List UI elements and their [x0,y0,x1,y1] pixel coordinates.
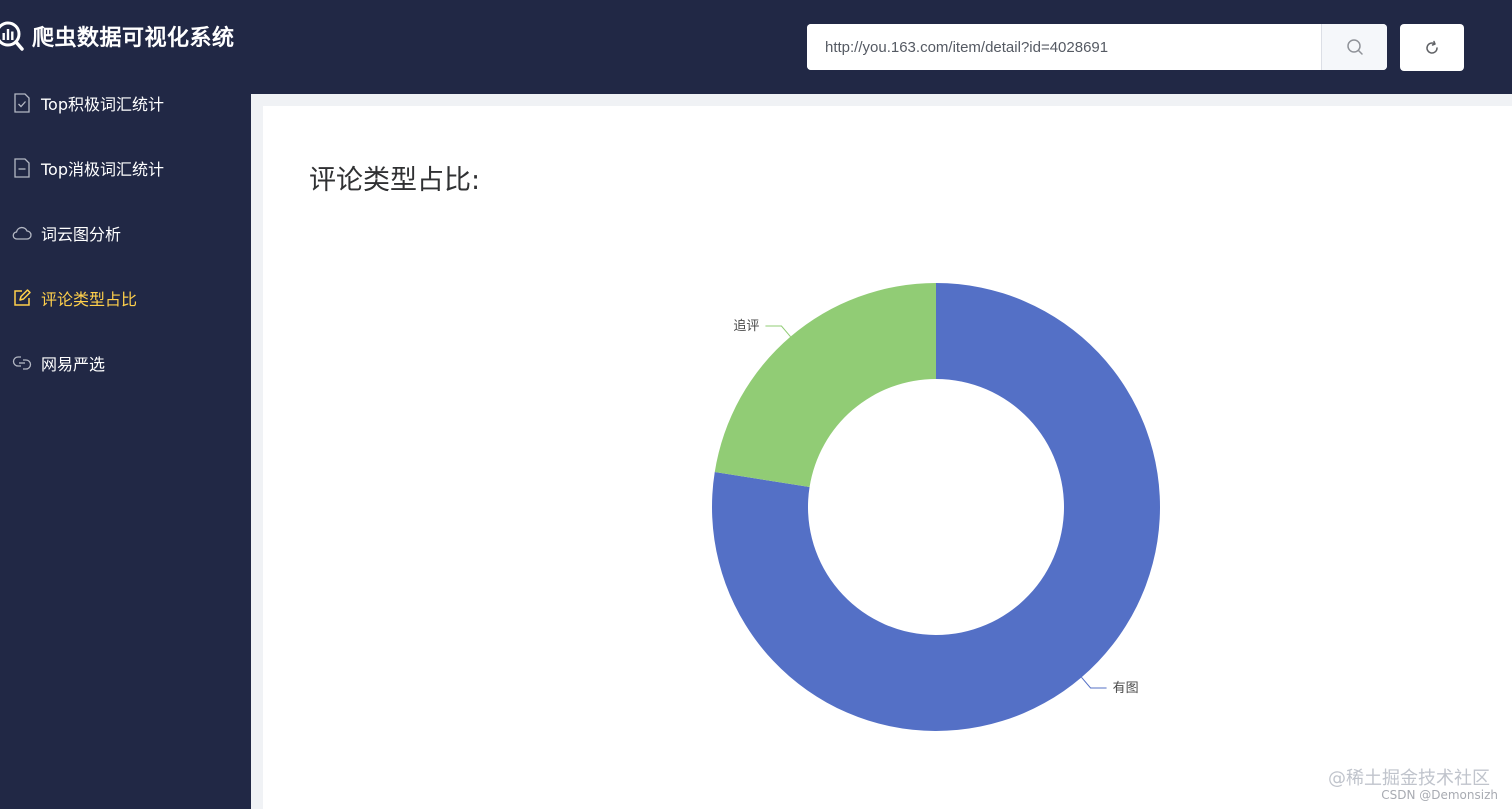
cloud-icon [12,223,32,243]
app-root: 爬虫数据可视化系统 http://you.163.com/item/detail… [0,0,1512,809]
sidebar-item-label: Top消极词汇统计 [41,160,165,179]
label-leader-line [1081,677,1107,689]
sidebar-item-wordcloud[interactable]: 词云图分析 [0,208,250,258]
sidebar-item-top-positive[interactable]: Top积极词汇统计 [0,78,250,128]
refresh-button[interactable] [1400,24,1464,71]
analytics-icon [0,21,24,51]
watermark: @稀土掘金技术社区 [1328,768,1490,789]
donut-slice-1[interactable] [714,283,936,487]
chart-card: 评论类型占比: 有图 追评 [263,106,1512,809]
sidebar-item-label: Top积极词汇统计 [41,95,165,114]
sidebar-menu: Top积极词汇统计 Top消极词汇统计 词云图分析 评论类型占比 网易严选 [0,70,250,809]
url-search-bar [807,24,1387,70]
label-leader-line [765,325,791,337]
sidebar-item-comment-type[interactable]: 评论类型占比 [0,273,250,323]
main-content: 评论类型占比: 有图 追评 [251,94,1512,809]
watermark-credit: CSDN @Demonsizh [1381,788,1498,802]
app-title: 爬虫数据可视化系统 [32,26,235,51]
sidebar-item-top-negative[interactable]: Top消极词汇统计 [0,143,250,193]
link-icon [12,353,32,373]
sidebar-item-label: 评论类型占比 [41,290,138,309]
document-check-icon [12,93,32,113]
url-input[interactable] [807,24,1321,70]
slice-label: 追评 [733,318,759,334]
sidebar-item-label: 网易严选 [41,355,106,374]
donut-chart: 有图 追评 [712,283,1160,732]
search-icon [1346,39,1363,55]
sidebar-item-netease[interactable]: 网易严选 [0,338,250,388]
search-button[interactable] [1321,24,1387,70]
refresh-icon [1426,40,1438,54]
sidebar-item-label: 词云图分析 [41,225,122,244]
edit-icon [12,288,32,308]
slice-label: 有图 [1113,681,1139,696]
app-logo: 爬虫数据可视化系统 [0,20,235,52]
document-remove-icon [12,158,32,178]
